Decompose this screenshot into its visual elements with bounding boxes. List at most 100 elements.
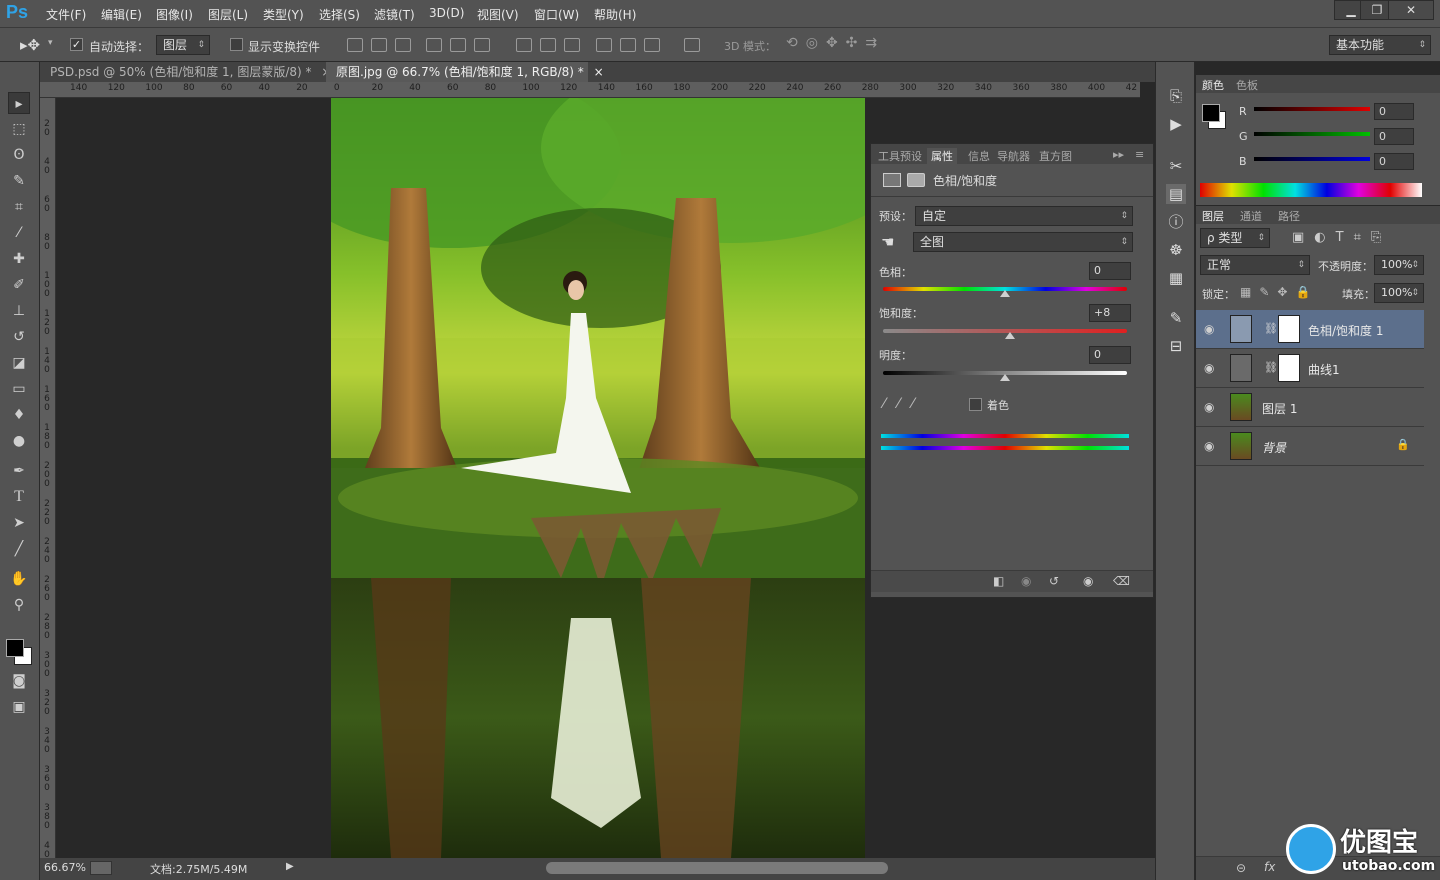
history-brush-tool-icon[interactable]: ↺ bbox=[8, 326, 30, 348]
layer-row-hue-saturation[interactable]: ◉ ⛓ 色相/饱和度 1 bbox=[1196, 310, 1424, 349]
lightness-slider-thumb[interactable] bbox=[1000, 374, 1010, 381]
view-previous-icon[interactable]: ◉ bbox=[1021, 574, 1031, 588]
tab-color[interactable]: 颜色 bbox=[1202, 77, 1224, 93]
layer-row-layer1[interactable]: ◉ 图层 1 bbox=[1196, 388, 1424, 427]
tool-preset-dropdown-icon[interactable]: ▾ bbox=[48, 38, 53, 48]
menu-view[interactable]: 视图(V) bbox=[477, 6, 519, 23]
tab-swatches[interactable]: 色板 bbox=[1236, 77, 1258, 93]
tab-paths[interactable]: 路径 bbox=[1278, 208, 1300, 224]
quick-select-tool-icon[interactable]: ✎ bbox=[8, 170, 30, 192]
tab-layers[interactable]: 图层 bbox=[1202, 208, 1224, 224]
menu-select[interactable]: 选择(S) bbox=[319, 6, 360, 23]
line-tool-icon[interactable]: ╱ bbox=[8, 538, 30, 560]
move-tool-icon[interactable]: ▸ bbox=[8, 92, 30, 114]
visibility-eye-icon[interactable]: ◉ bbox=[1083, 574, 1093, 588]
preset-dropdown[interactable]: 自定 bbox=[915, 206, 1133, 226]
close-button[interactable]: ✕ bbox=[1388, 0, 1434, 20]
menu-3d[interactable]: 3D(D) bbox=[429, 6, 464, 20]
saturation-value-field[interactable]: +8 bbox=[1089, 304, 1131, 322]
clip-to-layer-icon[interactable]: ◧ bbox=[993, 574, 1004, 588]
menu-help[interactable]: 帮助(H) bbox=[594, 6, 636, 23]
align-vcenter-icon[interactable] bbox=[371, 38, 387, 52]
b-slider[interactable] bbox=[1254, 157, 1370, 161]
trash-icon[interactable]: ⌫ bbox=[1113, 574, 1130, 588]
saturation-slider-thumb[interactable] bbox=[1004, 332, 1015, 339]
info-icon[interactable]: ⓘ bbox=[1166, 212, 1186, 232]
visibility-eye-icon[interactable]: ◉ bbox=[1204, 361, 1214, 375]
quick-mask-icon[interactable]: ◙ bbox=[8, 670, 30, 692]
eyedropper-icons[interactable]: ⁄⁄⁄ bbox=[883, 396, 926, 412]
target-adjustment-hand-icon[interactable]: ☚ bbox=[881, 233, 894, 251]
lightness-value-field[interactable]: 0 bbox=[1089, 346, 1131, 364]
menu-type[interactable]: 类型(Y) bbox=[263, 6, 304, 23]
layer-mask-thumbnail[interactable] bbox=[1278, 354, 1300, 382]
color-spectrum-ramp[interactable] bbox=[1200, 183, 1422, 197]
3d-tools-icons[interactable]: ⟲◎✥✣⇉ bbox=[786, 35, 885, 51]
tab-psd-document[interactable]: PSD.psd @ 50% (色相/饱和度 1, 图层蒙版/8) * × bbox=[40, 62, 331, 82]
reset-icon[interactable]: ↺ bbox=[1049, 574, 1059, 588]
marquee-tool-icon[interactable]: ⬚ bbox=[8, 118, 30, 140]
menu-image[interactable]: 图像(I) bbox=[156, 6, 193, 23]
visibility-eye-icon[interactable]: ◉ bbox=[1204, 322, 1214, 336]
horizontal-scrollbar-thumb[interactable] bbox=[546, 862, 888, 874]
menu-file[interactable]: 文件(F) bbox=[46, 6, 86, 23]
brush-presets-icon[interactable]: ✎ bbox=[1166, 308, 1186, 328]
eraser-tool-icon[interactable]: ◪ bbox=[8, 352, 30, 374]
visibility-eye-icon[interactable]: ◉ bbox=[1204, 439, 1214, 453]
tab-info[interactable]: 信息 bbox=[968, 148, 990, 164]
fg-color-swatch[interactable] bbox=[1202, 104, 1220, 122]
fill-field[interactable]: 100% bbox=[1374, 283, 1424, 303]
blur-tool-icon[interactable]: ♦ bbox=[8, 404, 30, 426]
link-layers-icon[interactable]: ⊝ bbox=[1236, 861, 1246, 875]
crop-tool-icon[interactable]: ⌗ bbox=[8, 196, 30, 218]
lasso-tool-icon[interactable]: ʘ bbox=[8, 144, 30, 166]
b-value[interactable]: 0 bbox=[1374, 153, 1414, 170]
menu-edit[interactable]: 编辑(E) bbox=[101, 6, 142, 23]
tab-channels[interactable]: 通道 bbox=[1240, 208, 1262, 224]
panel-expand-icon[interactable]: ▸▸ bbox=[1113, 148, 1124, 161]
lock-icons[interactable]: ▦✎✥🔒 bbox=[1240, 285, 1318, 299]
tool-presets-icon[interactable]: ✂ bbox=[1166, 156, 1186, 176]
link-icon[interactable]: ⛓ bbox=[1264, 361, 1278, 374]
menu-filter[interactable]: 滤镜(T) bbox=[374, 6, 415, 23]
panel-menu-icon[interactable]: ≡ bbox=[1135, 148, 1144, 161]
channel-dropdown[interactable]: 全图 bbox=[913, 232, 1133, 252]
hue-slider-thumb[interactable] bbox=[1000, 290, 1010, 297]
align-left-icon[interactable] bbox=[426, 38, 442, 52]
align-bottom-icon[interactable] bbox=[395, 38, 411, 52]
align-right-icon[interactable] bbox=[474, 38, 490, 52]
layer-filter-dropdown[interactable]: ρ 类型 bbox=[1200, 228, 1270, 248]
tab-properties[interactable]: 属性 bbox=[927, 148, 957, 164]
foreground-color-swatch[interactable] bbox=[6, 639, 24, 657]
eyedropper-tool-icon[interactable]: ⁄ bbox=[8, 222, 30, 244]
hue-value-field[interactable]: 0 bbox=[1089, 262, 1131, 280]
auto-select-target-dropdown[interactable]: 图层 bbox=[156, 35, 210, 55]
tab-navigator[interactable]: 导航器 bbox=[997, 148, 1030, 164]
blend-mode-dropdown[interactable]: 正常 bbox=[1200, 255, 1310, 275]
g-slider[interactable] bbox=[1254, 132, 1370, 136]
fx-icon[interactable]: fx bbox=[1264, 860, 1275, 874]
link-icon[interactable]: ⛓ bbox=[1264, 322, 1278, 335]
actions-play-icon[interactable]: ▶ bbox=[1166, 114, 1186, 134]
align-hcenter-icon[interactable] bbox=[450, 38, 466, 52]
distribute-top-icon[interactable] bbox=[516, 38, 532, 52]
layer-mask-thumbnail[interactable] bbox=[1278, 315, 1300, 343]
clone-source-icon[interactable]: ⊟ bbox=[1166, 336, 1186, 356]
tab-active-document[interactable]: 原图.jpg @ 66.7% (色相/饱和度 1, RGB/8) * × bbox=[326, 62, 604, 82]
navigator-icon[interactable]: ☸ bbox=[1166, 240, 1186, 260]
show-transform-checkbox[interactable] bbox=[230, 38, 243, 51]
histogram-icon[interactable]: ▦ bbox=[1166, 268, 1186, 288]
distribute-vcenter-icon[interactable] bbox=[540, 38, 556, 52]
auto-select-checkbox[interactable]: ✓ bbox=[70, 38, 83, 51]
properties-icon[interactable]: ▤ bbox=[1166, 184, 1186, 204]
distribute-bottom-icon[interactable] bbox=[564, 38, 580, 52]
pen-tool-icon[interactable]: ✒ bbox=[8, 460, 30, 482]
align-top-icon[interactable] bbox=[347, 38, 363, 52]
distribute-right-icon[interactable] bbox=[644, 38, 660, 52]
status-preview-icon[interactable] bbox=[90, 861, 112, 875]
menu-window[interactable]: 窗口(W) bbox=[534, 6, 579, 23]
distribute-hcenter-icon[interactable] bbox=[620, 38, 636, 52]
gradient-tool-icon[interactable]: ▭ bbox=[8, 378, 30, 400]
layer-row-curves[interactable]: ◉ ⛓ 曲线1 bbox=[1196, 349, 1424, 388]
type-tool-icon[interactable]: T bbox=[8, 486, 30, 508]
